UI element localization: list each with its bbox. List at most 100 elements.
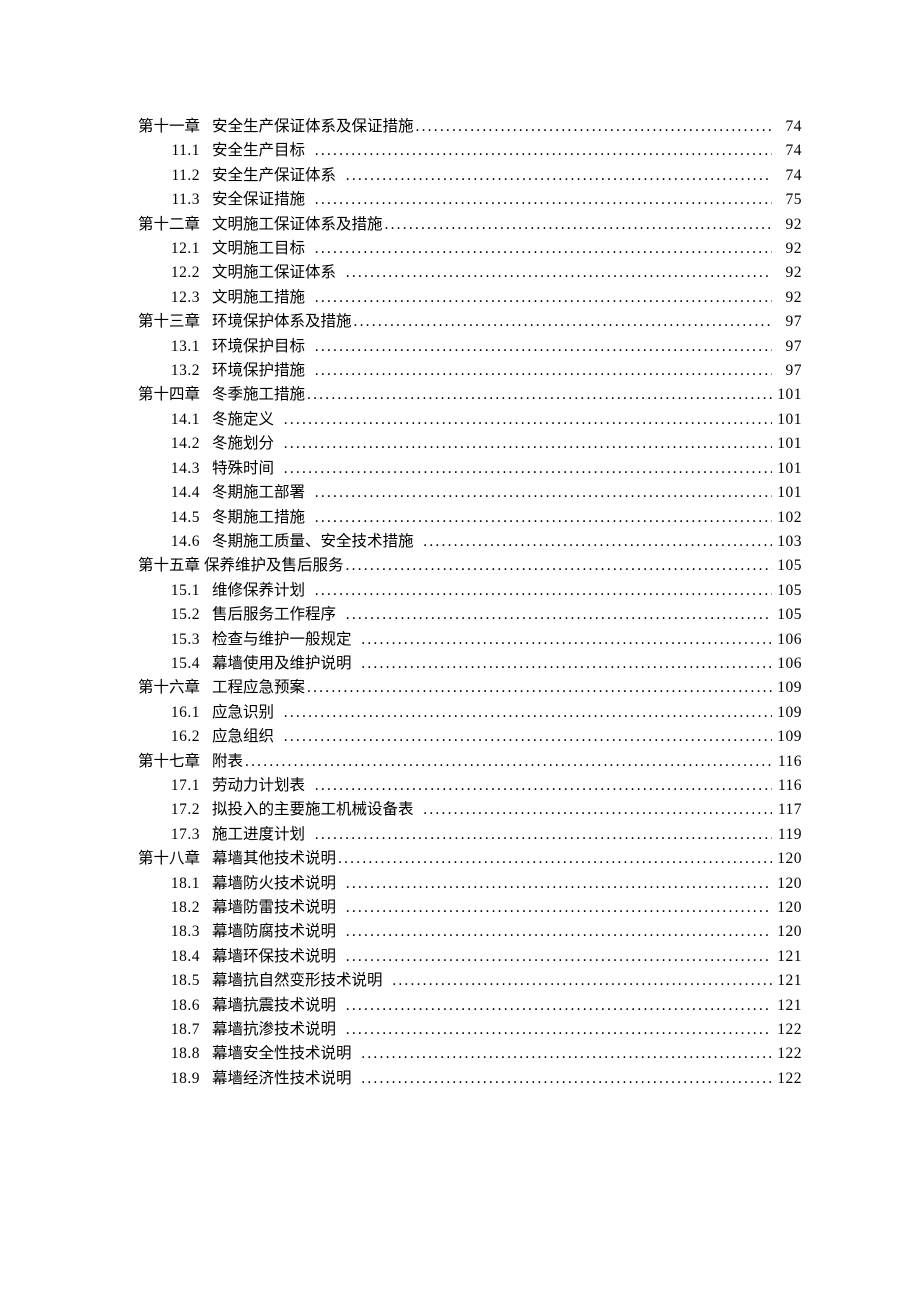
toc-entry-title: 文明施工目标 (212, 237, 313, 261)
toc-entry-title: 幕墙使用及维护说明 (212, 652, 359, 676)
toc-leader-dots (315, 506, 772, 530)
toc-entry-number: 第十二章 (120, 213, 200, 237)
toc-chapter-entry: 第十一章安全生产保证体系及保证措施74 (120, 115, 802, 139)
toc-entry-number: 12.1 (120, 237, 200, 261)
toc-entry-title: 劳动力计划表 (212, 774, 313, 798)
toc-entry-title: 文明施工保证体系 (212, 261, 344, 285)
toc-leader-dots (385, 213, 772, 237)
toc-section-entry: 15.4幕墙使用及维护说明106 (120, 652, 802, 676)
toc-leader-dots (361, 652, 772, 676)
toc-section-entry: 18.6幕墙抗震技术说明121 (120, 994, 802, 1018)
toc-entry-page: 103 (774, 530, 802, 554)
toc-section-entry: 13.1 环境保护目标 97 (120, 335, 802, 359)
toc-entry-title: 幕墙抗震技术说明 (212, 994, 344, 1018)
toc-entry-page: 121 (774, 969, 802, 993)
toc-leader-dots (307, 383, 772, 407)
toc-entry-title: 应急组织 (212, 725, 282, 749)
toc-entry-page: 105 (774, 579, 802, 603)
toc-entry-number: 11.3 (120, 188, 200, 212)
toc-entry-page: 121 (774, 945, 802, 969)
toc-entry-page: 106 (774, 652, 802, 676)
toc-entry-page: 109 (774, 725, 802, 749)
toc-entry-page: 97 (774, 359, 802, 383)
toc-entry-number: 第十七章 (120, 750, 200, 774)
toc-section-entry: 12.3 文明施工措施 92 (120, 286, 802, 310)
toc-entry-number: 14.4 (120, 481, 200, 505)
toc-entry-title: 幕墙防雷技术说明 (212, 896, 344, 920)
toc-entry-number: 第十六章 (120, 676, 200, 700)
toc-section-entry: 11.2安全生产保证体系74 (120, 164, 802, 188)
toc-leader-dots (346, 1018, 772, 1042)
toc-entry-title: 幕墙环保技术说明 (212, 945, 344, 969)
toc-section-entry: 17.3 施工进度计划 119 (120, 823, 802, 847)
toc-entry-title: 冬施划分 (212, 432, 282, 456)
toc-entry-title: 拟投入的主要施工机械设备表 (212, 798, 421, 822)
toc-leader-dots (423, 798, 772, 822)
toc-entry-number: 18.3 (120, 920, 200, 944)
toc-section-entry: 18.2幕墙防雷技术说明120 (120, 896, 802, 920)
toc-entry-page: 97 (774, 310, 802, 334)
toc-leader-dots (284, 408, 772, 432)
toc-entry-title: 安全生产目标 (212, 139, 313, 163)
toc-leader-dots (315, 139, 772, 163)
toc-leader-dots (284, 701, 772, 725)
toc-entry-title: 幕墙经济性技术说明 (212, 1067, 359, 1091)
toc-entry-number: 第十四章 (120, 383, 200, 407)
toc-entry-number: 18.9 (120, 1067, 200, 1091)
toc-leader-dots (346, 994, 772, 1018)
toc-leader-dots (346, 945, 772, 969)
toc-entry-number: 11.2 (120, 164, 200, 188)
toc-entry-page: 109 (774, 701, 802, 725)
toc-leader-dots (245, 750, 772, 774)
toc-entry-title: 环境保护体系及措施 (212, 310, 352, 334)
toc-section-entry: 14.2冬施划分101 (120, 432, 802, 456)
toc-entry-page: 74 (774, 115, 802, 139)
toc-entry-number: 17.3 (120, 823, 200, 847)
toc-entry-title: 冬期施工措施 (212, 506, 313, 530)
toc-entry-title: 应急识别 (212, 701, 282, 725)
toc-leader-dots (346, 896, 772, 920)
toc-section-entry: 18.3幕墙防腐技术说明120 (120, 920, 802, 944)
toc-entry-number: 13.2 (120, 359, 200, 383)
toc-entry-page: 119 (774, 823, 802, 847)
toc-chapter-entry: 第十五章保养维护及售后服务105 (120, 554, 802, 578)
toc-section-entry: 14.3特殊时间101 (120, 457, 802, 481)
toc-entry-title: 售后服务工作程序 (212, 603, 344, 627)
toc-leader-dots (315, 823, 772, 847)
toc-entry-page: 101 (774, 457, 802, 481)
toc-leader-dots (423, 530, 772, 554)
toc-entry-page: 92 (774, 286, 802, 310)
document-page: 第十一章安全生产保证体系及保证措施7411.1安全生产目标7411.2安全生产保… (0, 0, 920, 1302)
toc-entry-page: 105 (774, 554, 802, 578)
toc-entry-number: 13.1 (120, 335, 200, 359)
toc-entry-title: 安全保证措施 (212, 188, 313, 212)
toc-entry-number: 14.1 (120, 408, 200, 432)
toc-entry-title: 安全生产保证体系及保证措施 (212, 115, 414, 139)
toc-leader-dots (284, 457, 772, 481)
toc-entry-title: 文明施工措施 (212, 286, 313, 310)
toc-entry-number: 12.3 (120, 286, 200, 310)
toc-entry-number: 17.1 (120, 774, 200, 798)
toc-entry-title: 冬施定义 (212, 408, 282, 432)
toc-entry-number: 18.6 (120, 994, 200, 1018)
toc-section-entry: 18.7幕墙抗渗技术说明122 (120, 1018, 802, 1042)
toc-entry-title: 施工进度计划 (212, 823, 313, 847)
toc-leader-dots (315, 188, 772, 212)
toc-entry-number: 17.2 (120, 798, 200, 822)
toc-entry-page: 75 (774, 188, 802, 212)
toc-leader-dots (307, 676, 772, 700)
toc-entry-number: 15.3 (120, 628, 200, 652)
toc-entry-page: 120 (774, 872, 802, 896)
toc-leader-dots (284, 432, 772, 456)
toc-section-entry: 18.8幕墙安全性技术说明122 (120, 1042, 802, 1066)
toc-entry-page: 116 (774, 774, 802, 798)
toc-leader-dots (338, 847, 772, 871)
toc-entry-title: 环境保护目标 (212, 335, 313, 359)
toc-entry-page: 122 (774, 1018, 802, 1042)
toc-entry-page: 92 (774, 213, 802, 237)
toc-section-entry: 13.2环境保护措施97 (120, 359, 802, 383)
toc-entry-number: 第十三章 (120, 310, 200, 334)
toc-leader-dots (315, 237, 772, 261)
toc-entry-page: 120 (774, 847, 802, 871)
toc-entry-page: 97 (774, 335, 802, 359)
